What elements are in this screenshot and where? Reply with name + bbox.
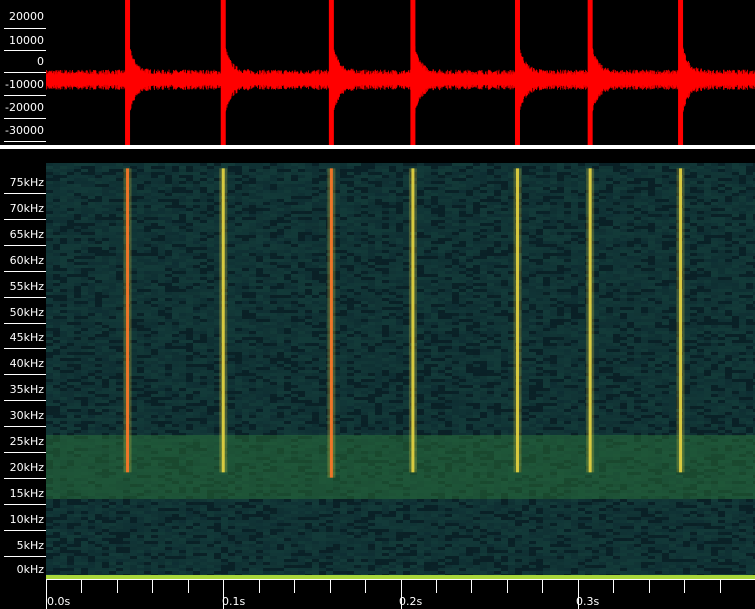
frequency-axis-label: 35kHz bbox=[9, 383, 44, 396]
time-axis-tick bbox=[329, 579, 331, 593]
time-axis-tick bbox=[81, 579, 83, 593]
frequency-axis-label: 20kHz bbox=[9, 461, 44, 474]
frequency-axis-tick bbox=[4, 452, 46, 453]
waveform-click-spike bbox=[587, 0, 593, 145]
spectrogram-click-glow bbox=[408, 168, 417, 473]
waveform-click-spike bbox=[125, 0, 131, 145]
panel-divider[interactable] bbox=[0, 145, 755, 149]
waveform-panel[interactable] bbox=[46, 0, 755, 145]
frequency-axis-label: 10kHz bbox=[9, 513, 44, 526]
frequency-axis-tick bbox=[4, 219, 46, 220]
waveform-axis-label: -30000 bbox=[5, 124, 44, 137]
time-axis-tick bbox=[684, 579, 686, 593]
frequency-axis-label: 40kHz bbox=[9, 357, 44, 370]
frequency-axis-label: 60kHz bbox=[9, 254, 44, 267]
frequency-axis-tick bbox=[4, 530, 46, 531]
time-axis-tick bbox=[613, 579, 615, 593]
frequency-axis-tick bbox=[4, 504, 46, 505]
frequency-axis-tick bbox=[4, 478, 46, 479]
spectrogram-panel[interactable] bbox=[46, 163, 755, 579]
time-axis-tick bbox=[152, 579, 154, 593]
frequency-axis-label: 55kHz bbox=[9, 280, 44, 293]
frequency-axis-tick bbox=[4, 297, 46, 298]
time-axis-tick bbox=[187, 579, 189, 593]
time-axis-tick bbox=[365, 579, 367, 593]
frequency-axis-label: 25kHz bbox=[9, 435, 44, 448]
time-axis-tick bbox=[471, 579, 473, 593]
frequency-axis-label: 30kHz bbox=[9, 409, 44, 422]
frequency-axis-label: 70kHz bbox=[9, 202, 44, 215]
waveform-axis-label: 20000 bbox=[9, 10, 44, 23]
frequency-axis-tick bbox=[4, 245, 46, 246]
time-axis-tick bbox=[435, 579, 437, 593]
waveform-axis-label: 10000 bbox=[9, 34, 44, 47]
time-axis-tick bbox=[648, 579, 650, 593]
time-axis-tick bbox=[719, 579, 721, 593]
waveform-axis-label: -20000 bbox=[5, 101, 44, 114]
waveform-axis-tick bbox=[4, 72, 46, 73]
waveform-click-spike bbox=[514, 0, 520, 145]
time-axis-label: 0.2s bbox=[399, 595, 423, 608]
time-axis-label: 0.0s bbox=[47, 595, 71, 608]
frequency-axis-tick bbox=[4, 556, 46, 557]
frequency-axis-tick bbox=[4, 426, 46, 427]
frequency-axis-label: 0kHz bbox=[16, 563, 44, 576]
frequency-axis-label: 15kHz bbox=[9, 487, 44, 500]
waveform-axis-tick bbox=[4, 28, 46, 29]
time-axis-tick bbox=[116, 579, 118, 593]
waveform-axis-tick bbox=[4, 141, 46, 142]
waveform-axis-tick bbox=[4, 95, 46, 96]
waveform-trace bbox=[46, 36, 755, 124]
frequency-axis-label: 5kHz bbox=[16, 539, 44, 552]
spectrogram-click-glow bbox=[676, 168, 685, 473]
frequency-axis-label: 75kHz bbox=[9, 176, 44, 189]
spectrogram-plot bbox=[46, 163, 755, 579]
waveform-axis-label: 0 bbox=[37, 55, 44, 68]
frequency-axis-tick bbox=[4, 348, 46, 349]
spectrogram-click-glow bbox=[586, 168, 595, 473]
frequency-axis-label: 65kHz bbox=[9, 228, 44, 241]
waveform-click-spike bbox=[678, 0, 684, 145]
waveform-click-spike bbox=[410, 0, 416, 145]
spectrogram-click-glow bbox=[513, 168, 522, 473]
waveform-plot bbox=[46, 0, 755, 145]
audio-analyzer-window: 20000 10000 0 -10000 -20000 -30000 75kHz… bbox=[0, 0, 755, 609]
frequency-axis-tick bbox=[4, 271, 46, 272]
spectrogram-click-glow bbox=[219, 168, 228, 473]
time-axis-tick bbox=[258, 579, 260, 593]
time-axis-tick bbox=[294, 579, 296, 593]
waveform-axis-label: -10000 bbox=[5, 78, 44, 91]
frequency-axis-tick bbox=[4, 193, 46, 194]
time-axis-tick bbox=[542, 579, 544, 593]
time-axis-label: 0.1s bbox=[222, 595, 246, 608]
frequency-axis-tick bbox=[4, 323, 46, 324]
waveform-click-spike bbox=[220, 0, 226, 145]
spectrogram-click-glow bbox=[327, 168, 336, 478]
frequency-axis-label: 45kHz bbox=[9, 331, 44, 344]
spectrogram-click-glow bbox=[123, 168, 132, 473]
spectrogram-band bbox=[46, 435, 755, 499]
waveform-axis-tick bbox=[4, 118, 46, 119]
frequency-axis-tick bbox=[4, 374, 46, 375]
frequency-axis-label: 50kHz bbox=[9, 306, 44, 319]
spectrogram-noise bbox=[46, 163, 755, 579]
time-axis-label: 0.3s bbox=[576, 595, 600, 608]
time-axis-tick bbox=[506, 579, 508, 593]
frequency-axis-tick bbox=[4, 400, 46, 401]
waveform-click-spike bbox=[328, 0, 334, 145]
waveform-axis-tick bbox=[4, 50, 46, 51]
time-axis: 0.0s 0.1s 0.2s 0.3s bbox=[0, 579, 755, 609]
